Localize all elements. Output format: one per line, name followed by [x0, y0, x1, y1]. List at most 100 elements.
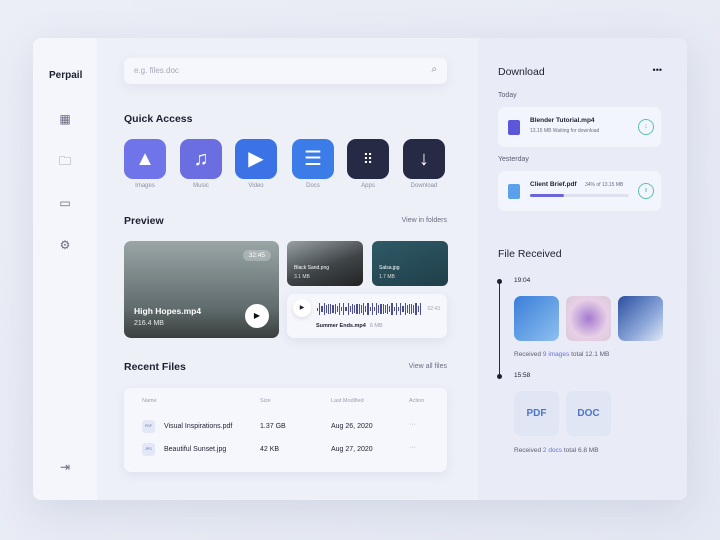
view-in-folders-link[interactable]: View in folders	[402, 217, 447, 224]
wave-bar	[354, 304, 356, 314]
file-name[interactable]: Visual Inspirations.pdf	[164, 423, 232, 430]
download-name: Blender Tutorial.mp4	[530, 117, 595, 124]
audio-play-button[interactable]: ▶	[293, 299, 311, 317]
text: total 6.8 MB	[562, 447, 599, 454]
received-image[interactable]	[618, 296, 663, 341]
pause-button[interactable]: II	[638, 183, 654, 199]
play-button[interactable]: ▶	[245, 304, 269, 328]
wave-bar	[419, 303, 421, 315]
wave-bar	[319, 303, 321, 315]
wave-bar	[343, 303, 345, 315]
download-icon: ↓	[403, 139, 445, 179]
download-title: Download	[498, 66, 545, 78]
wave-bar	[411, 304, 413, 314]
received-pdf[interactable]: PDF	[514, 391, 559, 436]
thumbnail[interactable]: Salsa.jpg 1.7 MB	[372, 241, 448, 286]
list-icon: ☰	[292, 139, 334, 179]
more-options-icon[interactable]: •••	[653, 65, 662, 75]
wave-bar	[367, 303, 369, 315]
wave-bar	[365, 306, 367, 312]
more-actions-button[interactable]: ···	[409, 421, 416, 428]
label: Apps	[361, 183, 375, 189]
file-size: 42 KB	[260, 446, 280, 453]
count: 9 images	[542, 351, 570, 358]
download-item[interactable]: Blender Tutorial.mp4 13.15 MB Waiting fo…	[498, 107, 661, 147]
audio-size: 6 MB	[369, 323, 383, 329]
wave-bar	[391, 303, 393, 315]
sidebar: Perpail ▦ 🗀 ▭ ⚙ ⇥	[33, 38, 97, 500]
video-name: High Hopes.mp4	[134, 306, 202, 316]
wave-bar	[378, 305, 380, 313]
wave-bar	[341, 306, 343, 312]
wave-bar	[321, 306, 323, 312]
audio-name: Summer Ends.mp4	[316, 323, 366, 329]
thumbnail[interactable]: Black Sand.png 3.1 MB	[287, 241, 363, 286]
received-image[interactable]	[566, 296, 611, 341]
quick-access-docs[interactable]: ☰ Docs	[292, 139, 334, 189]
time-label: 15:58	[514, 372, 531, 379]
label: Images	[135, 183, 155, 189]
folder-icon[interactable]: 🗀	[58, 154, 72, 168]
download-name: Client Brief.pdf	[530, 181, 577, 188]
wave-bar	[323, 303, 325, 315]
wave-bar	[330, 304, 332, 314]
wave-bar	[352, 303, 354, 315]
file-received-title: File Received	[498, 248, 562, 260]
quick-access-music[interactable]: ♫ Music	[180, 139, 222, 189]
wave-bar	[413, 304, 415, 314]
wave-bar	[371, 303, 373, 315]
audio-duration: 02:43	[427, 306, 440, 312]
grid-icon[interactable]: ▦	[58, 112, 72, 126]
video-preview[interactable]: 32:45 High Hopes.mp4 216.4 MB ▶	[124, 241, 279, 338]
download-item[interactable]: Client Brief.pdf 34% of 13.15 MB II	[498, 171, 661, 211]
quick-access-video[interactable]: ▶ Video	[235, 139, 277, 189]
wave-bar	[382, 304, 384, 314]
wave-bar	[356, 304, 358, 314]
download-meta: 13.15 MB Waiting for download	[530, 128, 600, 134]
more-actions-button[interactable]: ···	[409, 444, 416, 451]
wave-bar	[373, 306, 376, 312]
apps-icon: ⠿	[347, 139, 389, 179]
file-type-badge: PDF	[142, 420, 155, 433]
main-content: e.g. files.doc ⌕ Quick Access ▲ Images ♫ Mu…	[97, 38, 478, 500]
received-image[interactable]	[514, 296, 559, 341]
recent-files-table: Name Size Last Modified Action PDF Visua…	[124, 388, 447, 472]
timeline-dot	[497, 374, 502, 379]
wave-bar	[417, 306, 419, 312]
wave-bar	[327, 303, 330, 315]
wave-bar	[338, 303, 341, 315]
download-button[interactable]: ↓	[638, 119, 654, 135]
file-modified: Aug 27, 2020	[331, 446, 373, 453]
wave-bar	[415, 303, 417, 315]
image-icon: ▲	[124, 139, 166, 179]
yesterday-label: Yesterday	[498, 156, 529, 163]
wave-bar	[358, 304, 360, 314]
right-panel: Download ••• Today Blender Tutorial.mp4 …	[478, 38, 687, 500]
search-icon[interactable]: ⌕	[431, 64, 437, 75]
wave-bar	[408, 304, 411, 314]
col-header-name[interactable]: Name	[142, 398, 157, 404]
devices-icon[interactable]: ▭	[58, 196, 72, 210]
label: Video	[248, 183, 264, 189]
search-input[interactable]: e.g. files.doc ⌕	[124, 58, 447, 84]
quick-access-images[interactable]: ▲ Images	[124, 139, 166, 189]
logout-icon[interactable]: ⇥	[58, 460, 72, 474]
today-label: Today	[498, 92, 517, 99]
received-doc[interactable]: DOC	[566, 391, 611, 436]
wave-bar	[400, 303, 402, 315]
video-file-icon	[508, 120, 520, 135]
file-modified: Aug 26, 2020	[331, 423, 373, 430]
wave-bar	[349, 305, 351, 313]
wave-bar	[345, 307, 347, 311]
col-header-modified[interactable]: Last Modified	[331, 398, 364, 404]
view-all-files-link[interactable]: View all files	[409, 363, 447, 370]
quick-access-download[interactable]: ↓ Download	[403, 139, 445, 189]
audio-waveform[interactable]	[317, 303, 421, 315]
quick-access-apps[interactable]: ⠿ Apps	[347, 139, 389, 189]
thumb-size: 1.7 MB	[379, 274, 395, 280]
text: Received	[514, 351, 543, 358]
file-name[interactable]: Beautiful Sunset.jpg	[164, 446, 226, 453]
gear-icon[interactable]: ⚙	[58, 238, 72, 252]
timeline	[499, 283, 500, 378]
col-header-size[interactable]: Size	[260, 398, 271, 404]
